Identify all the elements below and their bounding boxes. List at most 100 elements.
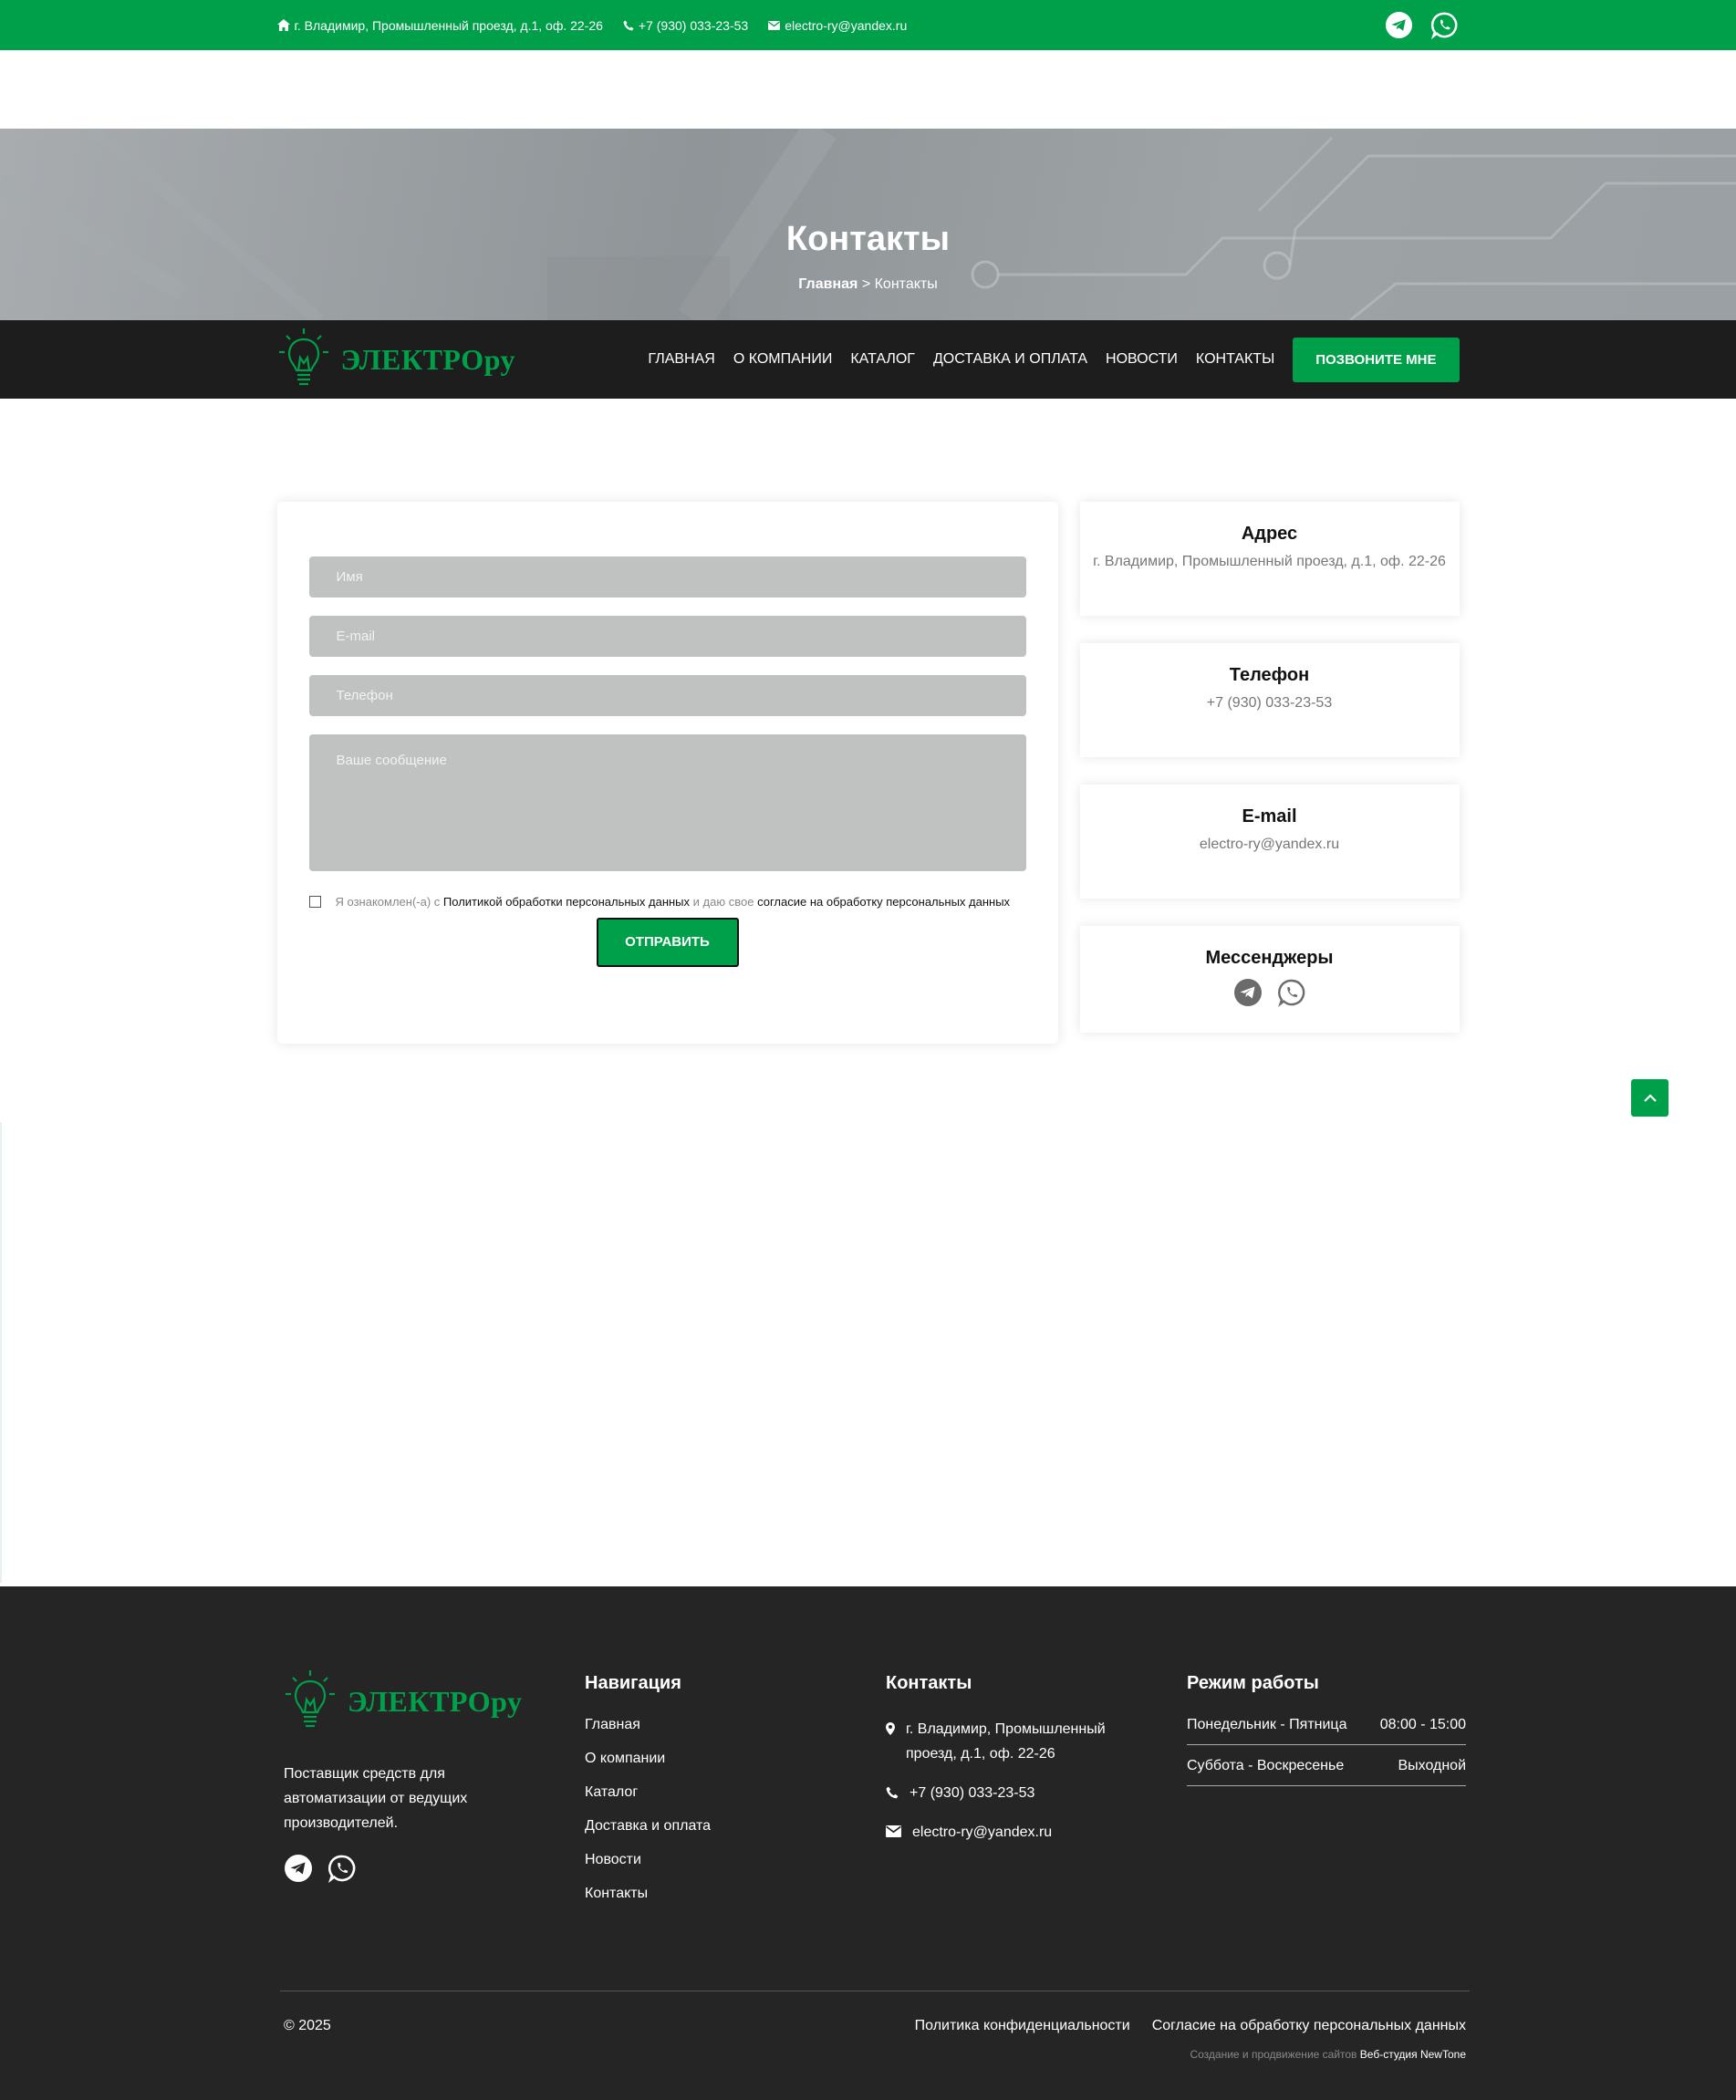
email-value[interactable]: electro-ry@yandex.ru — [1080, 837, 1460, 853]
footer-phone[interactable]: +7 (930) 033-23-53 — [886, 1781, 1187, 1805]
phone-card: Телефон +7 (930) 033-23-53 — [1079, 643, 1460, 757]
home-icon — [276, 19, 290, 31]
topbar-email-text[interactable]: electro-ry@yandex.ru — [785, 18, 907, 33]
scroll-to-top-button[interactable] — [1631, 1079, 1668, 1117]
consent-checkbox[interactable] — [308, 896, 321, 908]
footer-email[interactable]: electro-ry@yandex.ru — [886, 1820, 1187, 1845]
footer-link-delivery[interactable]: Доставка и оплата — [585, 1818, 886, 1835]
site-footer: ЭЛЕКТРОру Поставщик средств для автомати… — [0, 1586, 1736, 2100]
nav-item-news[interactable]: НОВОСТИ — [1106, 351, 1178, 368]
nav-item-home[interactable]: ГЛАВНАЯ — [648, 351, 714, 368]
contact-info-sidebar: Адрес г. Владимир, Промышленный проезд, … — [1079, 502, 1460, 1060]
phone-title: Телефон — [1229, 665, 1310, 685]
footer-contacts-title: Контакты — [886, 1673, 972, 1693]
top-bar: г. Владимир, Промышленный проезд, д.1, о… — [0, 0, 1736, 50]
telegram-icon[interactable] — [1385, 11, 1414, 40]
logo-text: ЭЛЕКТРОру — [340, 342, 516, 376]
messengers-card: Мессенджеры — [1079, 926, 1460, 1033]
telegram-icon[interactable] — [284, 1854, 313, 1883]
submit-button[interactable]: ОТПРАВИТЬ — [596, 918, 739, 967]
copyright: © 2025 — [284, 2018, 331, 2033]
hours-days: Суббота - Воскресенье — [1187, 1758, 1345, 1773]
breadcrumb: Главная > Контакты — [0, 276, 1736, 293]
address-value: г. Владимир, Промышленный проезд, д.1, о… — [1093, 554, 1446, 569]
contacts-section: Имя E-mail Телефон Ваше сообщение Я озна… — [0, 502, 1736, 1060]
footer-logo-text: ЭЛЕКТРОру — [348, 1684, 523, 1718]
hours-time: 08:00 - 15:00 — [1379, 1717, 1466, 1732]
footer-about: ЭЛЕКТРОру Поставщик средств для автомати… — [284, 1669, 585, 1919]
email-title: E-mail — [1242, 806, 1297, 826]
footer-link-news[interactable]: Новости — [585, 1852, 886, 1868]
footer-description: Поставщик средств для автоматизации от в… — [284, 1766, 468, 1831]
footer-link-home[interactable]: Главная — [585, 1717, 886, 1733]
footer-contacts: Контакты г. Владимир, Промышленный проез… — [886, 1669, 1187, 1919]
envelope-icon — [768, 20, 781, 30]
call-me-button[interactable]: ПОЗВОНИТЕ МНЕ — [1293, 337, 1460, 382]
phone-value[interactable]: +7 (930) 033-23-53 — [1080, 695, 1460, 712]
footer-link-contacts[interactable]: Контакты — [585, 1886, 886, 1902]
main-navbar: ЭЛЕКТРОру ГЛАВНАЯ О КОМПАНИИ КАТАЛОГ ДОС… — [0, 320, 1736, 399]
nav-item-about[interactable]: О КОМПАНИИ — [733, 351, 833, 368]
whatsapp-icon[interactable] — [1430, 11, 1460, 40]
studio-prefix: Создание и продвижение сайтов — [1190, 2048, 1357, 2061]
whatsapp-icon[interactable] — [1277, 978, 1306, 1007]
policy-link[interactable]: Политикой обработки персональных данных — [443, 895, 690, 909]
name-field[interactable]: Имя — [308, 556, 1026, 598]
map-marker-icon — [886, 1722, 895, 1735]
studio-link[interactable]: Веб-студия NewTone — [1360, 2048, 1466, 2061]
left-edge-line — [0, 1122, 2, 1583]
breadcrumb-separator-icon: > — [861, 276, 871, 292]
phone-field[interactable]: Телефон — [308, 675, 1026, 716]
footer-logo[interactable]: ЭЛЕКТРОру — [284, 1669, 585, 1734]
consent-link[interactable]: Согласие на обработку персональных данны… — [1152, 2018, 1466, 2034]
contact-form: Имя E-mail Телефон Ваше сообщение Я озна… — [276, 502, 1058, 1044]
nav-item-delivery[interactable]: ДОСТАВКА И ОПЛАТА — [933, 351, 1087, 368]
address-title: Адрес — [1241, 524, 1298, 544]
email-field[interactable]: E-mail — [308, 616, 1026, 657]
chevron-up-icon — [1643, 1093, 1657, 1102]
consent-link[interactable]: согласие на обработку персональных данны… — [757, 895, 1010, 909]
nav-item-catalog[interactable]: КАТАЛОГ — [850, 351, 915, 368]
telegram-icon[interactable] — [1233, 978, 1263, 1007]
envelope-icon — [886, 1825, 901, 1837]
consent-row: Я ознакомлен(-а) с Политикой обработки п… — [308, 889, 1026, 914]
lightbulb-logo-icon — [286, 1670, 335, 1728]
phone-icon — [886, 1786, 899, 1799]
main-menu: ГЛАВНАЯ О КОМПАНИИ КАТАЛОГ ДОСТАВКА И ОП… — [629, 337, 1460, 382]
footer-link-about[interactable]: О компании — [585, 1751, 886, 1767]
privacy-policy-link[interactable]: Политика конфиденциальности — [915, 2018, 1130, 2034]
hours-row-weekend: Суббота - Воскресенье Выходной — [1187, 1758, 1466, 1786]
studio-credit: Создание и продвижение сайтов Веб-студия… — [1190, 2048, 1466, 2061]
topbar-address-text: г. Владимир, Промышленный проезд, д.1, о… — [294, 17, 603, 33]
page-title: Контакты — [785, 220, 951, 258]
footer-phone-text[interactable]: +7 (930) 033-23-53 — [910, 1781, 1034, 1805]
topbar-email[interactable]: electro-ry@yandex.ru — [768, 18, 907, 33]
consent-middle: и даю свое — [692, 895, 754, 909]
phone-icon — [623, 20, 634, 30]
topbar-address: г. Владимир, Промышленный проезд, д.1, о… — [276, 17, 603, 33]
site-logo[interactable]: ЭЛЕКТРОру — [277, 327, 516, 392]
topbar-phone-text[interactable]: +7 (930) 033-23-53 — [639, 18, 748, 33]
consent-text: Я ознакомлен(-а) с Политикой обработки п… — [336, 889, 1011, 914]
address-card: Адрес г. Владимир, Промышленный проезд, … — [1079, 502, 1460, 616]
whatsapp-icon[interactable] — [327, 1854, 357, 1883]
hours-row-weekdays: Понедельник - Пятница 08:00 - 15:00 — [1187, 1717, 1466, 1745]
messengers-title: Мессенджеры — [1205, 948, 1334, 968]
nav-item-contacts[interactable]: КОНТАКТЫ — [1196, 351, 1274, 368]
topbar-phone[interactable]: +7 (930) 033-23-53 — [623, 18, 748, 33]
footer-hours: Режим работы Понедельник - Пятница 08:00… — [1187, 1669, 1466, 1919]
footer-navigation: Навигация Главная О компании Каталог Дос… — [585, 1669, 886, 1919]
hours-time: Выходной — [1398, 1758, 1466, 1773]
breadcrumb-home[interactable]: Главная — [798, 276, 858, 292]
footer-address-text: г. Владимир, Промышленный проезд, д.1, о… — [906, 1721, 1106, 1762]
hours-days: Понедельник - Пятница — [1187, 1717, 1347, 1732]
footer-email-text[interactable]: electro-ry@yandex.ru — [912, 1820, 1052, 1845]
email-card: E-mail electro-ry@yandex.ru — [1079, 785, 1460, 899]
footer-link-catalog[interactable]: Каталог — [585, 1784, 886, 1801]
message-textarea[interactable]: Ваше сообщение — [308, 734, 1026, 871]
page-hero: Контакты Главная > Контакты — [0, 129, 1736, 320]
consent-prefix: Я ознакомлен(-а) с — [335, 895, 441, 909]
footer-address: г. Владимир, Промышленный проезд, д.1, о… — [886, 1717, 1141, 1766]
lightbulb-logo-icon — [278, 328, 328, 386]
footer-nav-title: Навигация — [585, 1673, 681, 1693]
